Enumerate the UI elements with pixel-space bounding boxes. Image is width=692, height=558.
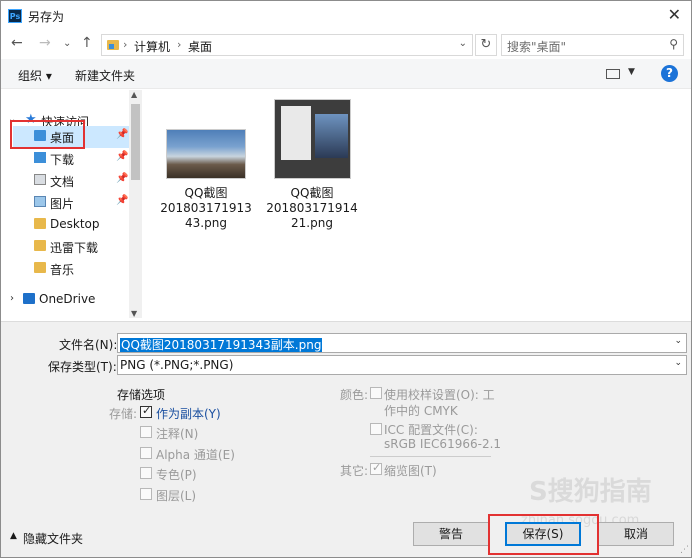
annotation-highlight-box <box>10 120 85 149</box>
breadcrumb-separator-icon: › <box>123 38 128 51</box>
file-thumbnail-mountain[interactable] <box>166 129 246 179</box>
sogou-watermark: S搜狗指南 <box>529 477 652 507</box>
annotation-label: 注释(N) <box>156 427 199 441</box>
other-label: 其它: <box>340 464 369 478</box>
address-row: ← → ⌄ ↑ › 计算机 › 桌面 ⌄ ↻ 搜索"桌面" ⚲ <box>1 31 691 59</box>
filename-value: QQ截图20180317191343副本.png <box>120 338 323 352</box>
proof-setup-label-line1: 使用校样设置(O): 工 <box>384 388 495 402</box>
file-name-line: 43.png <box>185 216 227 230</box>
breadcrumb-computer[interactable]: 计算机 <box>134 38 170 55</box>
search-input[interactable]: 搜索"桌面" ⚲ <box>501 34 684 56</box>
nav-item-desktop-folder[interactable]: Desktop <box>34 214 129 236</box>
nav-item-onedrive[interactable]: OneDrive <box>23 289 123 311</box>
save-type-select[interactable]: PNG (*.PNG;*.PNG) ⌄ <box>117 355 687 375</box>
annotation-highlight-box <box>488 514 599 555</box>
address-dropdown-chevron-icon[interactable]: ⌄ <box>459 38 467 49</box>
back-arrow-icon[interactable]: ← <box>11 35 23 51</box>
expand-chevron-icon[interactable]: › <box>10 293 14 304</box>
icc-profile-checkbox <box>370 423 382 435</box>
save-as-dialog: Ps 另存为 ✕ ← → ⌄ ↑ › 计算机 › 桌面 ⌄ ↻ 搜索"桌面" ⚲… <box>0 0 692 558</box>
file-name-line: QQ截图 <box>184 186 228 200</box>
filename-label: 文件名(N): <box>59 338 118 352</box>
storage-label: 存储: <box>109 407 138 421</box>
command-toolbar: 组织 ▾ 新建文件夹 ▼ ? <box>1 59 691 89</box>
nav-item-documents[interactable]: 文档 📌 <box>34 170 129 192</box>
hide-folders-chevron-icon[interactable]: ▲ <box>10 531 17 541</box>
storage-options-title: 存储选项 <box>117 388 166 402</box>
filename-dropdown-chevron-icon[interactable]: ⌄ <box>674 336 682 346</box>
icc-profile-label-line1: ICC 配置文件(C): <box>384 423 478 437</box>
folder-icon <box>107 40 119 50</box>
pin-icon: 📌 <box>116 195 129 206</box>
thumbnail-label: 缩览图(T) <box>384 464 437 478</box>
hide-folders-toggle[interactable]: 隐藏文件夹 <box>23 530 83 547</box>
view-dropdown-chevron-icon[interactable]: ▼ <box>628 67 635 77</box>
folder-icon <box>34 262 46 273</box>
new-folder-button[interactable]: 新建文件夹 <box>75 67 135 84</box>
nav-item-pictures[interactable]: 图片 📌 <box>34 192 129 214</box>
search-placeholder: 搜索"桌面" <box>507 40 567 54</box>
pin-icon: 📌 <box>116 173 129 184</box>
view-mode-icon[interactable] <box>606 69 620 79</box>
spot-color-checkbox <box>140 467 152 479</box>
up-arrow-icon[interactable]: ↑ <box>81 35 93 51</box>
file-item-1[interactable]: QQ截图 201803171913 43.png <box>159 186 253 231</box>
folder-icon <box>34 218 46 229</box>
proof-setup-label-line2: 作中的 CMYK <box>384 404 458 418</box>
scroll-down-icon[interactable]: ▼ <box>131 309 137 318</box>
as-copy-checkbox[interactable] <box>140 404 152 418</box>
filename-field[interactable]: QQ截图20180317191343副本.png ⌄ <box>117 333 687 353</box>
save-type-label: 保存类型(T): <box>48 360 117 374</box>
file-name-line: 21.png <box>291 216 333 230</box>
file-item-2[interactable]: QQ截图 201803171914 21.png <box>265 186 359 231</box>
layers-checkbox <box>140 488 152 500</box>
thumbnail-checkbox <box>370 461 382 475</box>
nav-scrollbar[interactable]: ▲ ▼ <box>129 90 142 318</box>
cancel-button[interactable]: 取消 <box>598 522 674 546</box>
downloads-icon <box>34 152 46 163</box>
nav-item-music[interactable]: 音乐 <box>34 258 129 280</box>
refresh-icon[interactable]: ↻ <box>475 34 497 56</box>
save-type-dropdown-chevron-icon[interactable]: ⌄ <box>674 358 682 368</box>
photoshop-app-icon: Ps <box>8 9 22 23</box>
recent-locations-chevron-icon[interactable]: ⌄ <box>63 38 71 49</box>
proof-setup-checkbox <box>370 387 382 399</box>
scrollbar-thumb[interactable] <box>131 104 140 180</box>
title-bar: Ps 另存为 ✕ <box>1 1 691 31</box>
forward-arrow-icon[interactable]: → <box>39 35 51 51</box>
pictures-icon <box>34 196 46 207</box>
window-title: 另存为 <box>28 10 65 24</box>
resize-grip-icon[interactable]: ⋰ <box>680 545 689 555</box>
pin-icon: 📌 <box>116 151 129 162</box>
alpha-channel-checkbox <box>140 447 152 459</box>
file-name-line: 201803171914 <box>266 201 358 215</box>
file-thumbnail-photoshop[interactable] <box>274 99 351 179</box>
options-divider <box>370 456 491 457</box>
help-icon[interactable]: ? <box>661 65 678 82</box>
save-type-value: PNG (*.PNG;*.PNG) <box>120 358 234 372</box>
nav-item-thunder-downloads[interactable]: 迅雷下载 <box>34 236 129 258</box>
documents-icon <box>34 174 46 185</box>
color-label: 颜色: <box>340 388 369 402</box>
warning-button[interactable]: 警告 <box>413 522 489 546</box>
icc-profile-label-line2: sRGB IEC61966-2.1 <box>384 437 502 451</box>
onedrive-icon <box>23 293 35 304</box>
folder-icon <box>34 240 46 251</box>
annotation-checkbox <box>140 426 152 438</box>
search-icon: ⚲ <box>669 37 678 51</box>
breadcrumb-desktop[interactable]: 桌面 <box>188 38 212 55</box>
spot-color-label: 专色(P) <box>156 468 197 482</box>
close-icon[interactable]: ✕ <box>668 5 681 24</box>
scroll-up-icon[interactable]: ▲ <box>131 90 137 99</box>
pin-icon: 📌 <box>116 129 129 140</box>
file-name-line: 201803171913 <box>160 201 252 215</box>
as-copy-label[interactable]: 作为副本(Y) <box>156 405 221 422</box>
layers-label: 图层(L) <box>156 489 197 503</box>
alpha-channel-label: Alpha 通道(E) <box>156 448 235 462</box>
nav-item-downloads[interactable]: 下载 📌 <box>34 148 129 170</box>
organize-button[interactable]: 组织 ▾ <box>18 67 52 84</box>
breadcrumb-separator-icon: › <box>177 38 182 51</box>
address-bar[interactable]: › 计算机 › 桌面 ⌄ <box>101 34 473 56</box>
file-name-line: QQ截图 <box>290 186 334 200</box>
